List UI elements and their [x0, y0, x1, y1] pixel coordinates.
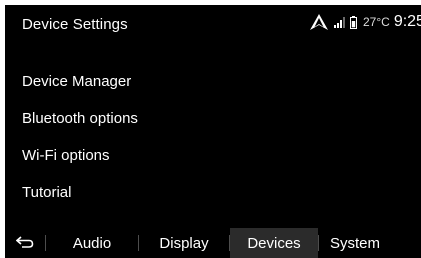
- back-button[interactable]: [5, 228, 45, 258]
- settings-menu: Device Manager Bluetooth options Wi-Fi o…: [5, 63, 421, 211]
- menu-item-bluetooth-options[interactable]: Bluetooth options: [5, 100, 421, 137]
- menu-item-device-manager[interactable]: Device Manager: [5, 63, 421, 100]
- navigation-arrow-icon: [310, 14, 328, 30]
- page-title: Device Settings: [22, 16, 128, 33]
- menu-item-tutorial[interactable]: Tutorial: [5, 174, 421, 211]
- tab-devices[interactable]: Devices: [230, 228, 318, 258]
- menu-item-wifi-options[interactable]: Wi-Fi options: [5, 137, 421, 174]
- battery-icon: [350, 15, 357, 29]
- device-settings-screen: Device Settings 27°C 9:25 /: [5, 5, 421, 258]
- clock: 9:25 /: [393, 13, 421, 30]
- back-arrow-icon: [15, 235, 34, 252]
- status-bar: 27°C 9:25 /: [310, 11, 421, 33]
- tab-audio[interactable]: Audio: [46, 228, 138, 258]
- tab-display[interactable]: Display: [139, 228, 229, 258]
- tab-system[interactable]: System: [319, 228, 391, 258]
- bottom-tab-bar: Audio Display Devices System: [5, 228, 421, 258]
- temperature-readout: 27°C: [363, 15, 390, 29]
- signal-bars-icon: [334, 16, 346, 28]
